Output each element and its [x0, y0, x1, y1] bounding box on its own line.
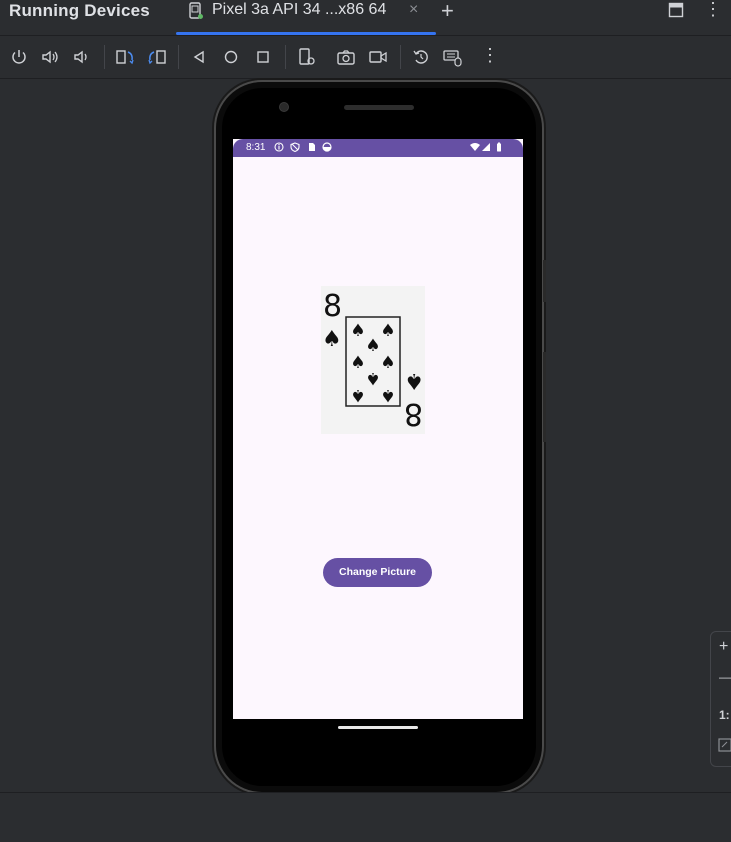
- toolbar-separator: [104, 45, 105, 69]
- rotate-right-icon[interactable]: [147, 47, 167, 67]
- volume-up-icon[interactable]: [40, 47, 60, 67]
- zoom-actual-size-button[interactable]: 1:: [719, 708, 730, 722]
- side-button: [543, 352, 546, 442]
- panel-title: Running Devices: [9, 1, 150, 20]
- spade-pip: ♠: [365, 368, 380, 388]
- toolbar-separator: [285, 45, 286, 69]
- emulator-toolbar: ⋮: [0, 36, 731, 79]
- status-time: 8:31: [246, 142, 266, 153]
- toolbar-separator: [178, 45, 179, 69]
- signal-icon: [482, 143, 490, 151]
- battery-icon: [497, 142, 501, 152]
- playing-card-image: ♠ ♠ ♠ ♠ ♠ ♠ ♠ ♠ 8 ♠ 8 ♠: [321, 286, 425, 434]
- spade-pip: ♠: [350, 353, 365, 373]
- screenshot-icon[interactable]: [336, 47, 356, 67]
- earpiece-speaker: [344, 105, 414, 110]
- spade-pip: ♠: [350, 385, 365, 405]
- svg-text:♠: ♠: [404, 368, 424, 393]
- sim-icon: [309, 143, 315, 151]
- fit-screen-icon[interactable]: [718, 738, 731, 752]
- window-more-icon[interactable]: ⋮: [704, 0, 722, 20]
- back-icon[interactable]: [189, 47, 209, 67]
- device-icon: [189, 2, 203, 19]
- tab-close-icon[interactable]: ×: [409, 1, 418, 19]
- device-settings-icon[interactable]: [297, 47, 317, 67]
- tab-pixel-3a[interactable]: Pixel 3a API 34 ...x86 64 ×: [176, 0, 436, 35]
- zoom-out-button[interactable]: —: [719, 670, 731, 684]
- zoom-in-button[interactable]: +: [719, 638, 728, 656]
- keyboard-mouse-icon[interactable]: [443, 47, 463, 67]
- add-tab-button[interactable]: +: [441, 0, 454, 24]
- spade-pip: ♠: [380, 321, 395, 341]
- change-picture-button[interactable]: Change Picture: [323, 558, 432, 587]
- device-screen[interactable]: 8:31 ♠ ♠ ♠ ♠ ♠ ♠ ♠ ♠ 8 ♠ 8 ♠ Change Picture: [233, 139, 523, 719]
- toolbar-separator: [400, 45, 401, 69]
- svg-text:♠: ♠: [322, 327, 342, 352]
- power-icon[interactable]: [9, 47, 29, 67]
- tab-active-indicator: [176, 32, 436, 35]
- side-button: [543, 260, 546, 302]
- title-bar: Running Devices Pixel 3a API 34 ...x86 6…: [0, 0, 731, 36]
- shield-icon: [290, 142, 300, 152]
- spade-pip: ♠: [365, 336, 380, 356]
- svg-text:8: 8: [323, 289, 342, 324]
- data-saver-icon: [322, 142, 332, 152]
- reset-icon[interactable]: [411, 47, 431, 67]
- rotate-left-icon[interactable]: [115, 47, 135, 67]
- home-icon[interactable]: [221, 47, 241, 67]
- info-icon: [274, 142, 284, 152]
- spade-pip: ♠: [380, 353, 395, 373]
- volume-down-icon[interactable]: [71, 47, 91, 67]
- front-camera: [280, 103, 288, 111]
- screen-record-icon[interactable]: [368, 47, 388, 67]
- gesture-nav-handle[interactable]: [338, 726, 418, 729]
- status-bar: 8:31: [233, 139, 523, 157]
- tab-label: Pixel 3a API 34 ...x86 64: [212, 1, 387, 18]
- more-icon[interactable]: ⋮: [481, 45, 499, 66]
- window-layout-icon[interactable]: [668, 2, 684, 18]
- svg-text:8: 8: [404, 396, 423, 431]
- spade-pip: ♠: [350, 321, 365, 341]
- zoom-controls: + — 1:: [710, 631, 731, 767]
- spade-pip: ♠: [380, 385, 395, 405]
- overview-icon[interactable]: [253, 47, 273, 67]
- wifi-icon: [470, 143, 480, 151]
- bottom-panel: [0, 792, 731, 842]
